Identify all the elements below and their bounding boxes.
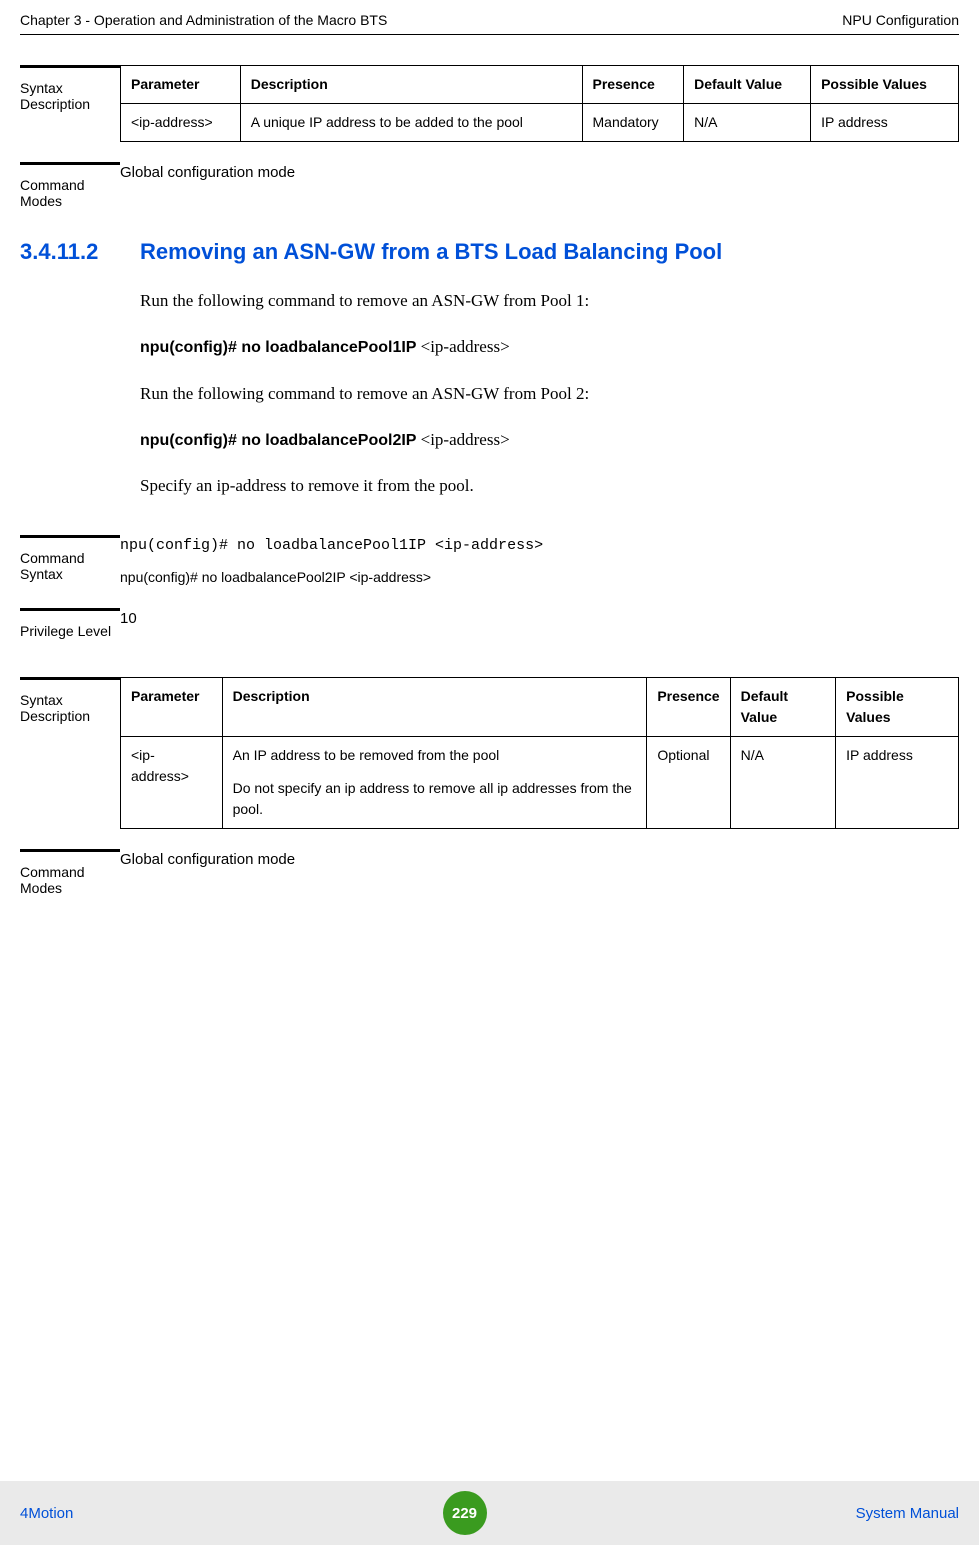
command-arg: <ip-address> <box>421 337 510 356</box>
block-label: Command Syntax <box>20 546 120 582</box>
footer-right: System Manual <box>856 1505 959 1522</box>
syntax-description-block-2: Syntax Description Parameter Description… <box>20 677 959 829</box>
th-presence: Presence <box>582 66 684 104</box>
syntax-description-block-1: Syntax Description Parameter Description… <box>20 65 959 142</box>
th-parameter: Parameter <box>121 66 241 104</box>
command-modes-value: Global configuration mode <box>120 162 959 185</box>
td-presence: Mandatory <box>582 104 684 142</box>
command-line: npu(config)# no loadbalancePool2IP <ip-a… <box>140 424 959 456</box>
table-row: <ip-address> An IP address to be removed… <box>121 737 959 829</box>
block-label: Syntax Description <box>20 688 120 724</box>
table-header-row: Parameter Description Presence Default V… <box>121 678 959 737</box>
paragraph: Run the following command to remove an A… <box>140 285 959 317</box>
td-presence: Optional <box>647 737 730 829</box>
td-possible: IP address <box>811 104 959 142</box>
td-parameter: <ip-address> <box>121 104 241 142</box>
privilege-level-value: 10 <box>120 608 959 631</box>
page-footer: 4Motion 229 System Manual <box>0 1481 979 1545</box>
th-default: Default Value <box>730 678 836 737</box>
block-rule <box>20 535 120 538</box>
command-modes-block-2: Command Modes Global configuration mode <box>20 849 959 896</box>
desc-p2: Do not specify an ip address to remove a… <box>233 778 637 820</box>
section-title: Removing an ASN-GW from a BTS Load Balan… <box>140 239 722 265</box>
page-number-badge: 229 <box>443 1491 487 1535</box>
td-default: N/A <box>684 104 811 142</box>
command-bold: npu(config)# no loadbalancePool1IP <box>140 339 421 356</box>
td-description: An IP address to be removed from the poo… <box>222 737 647 829</box>
block-rule <box>20 608 120 611</box>
syntax-line-2: npu(config)# no loadbalancePool2IP <ip-a… <box>120 567 959 588</box>
td-default: N/A <box>730 737 836 829</box>
header-left: Chapter 3 - Operation and Administration… <box>20 12 387 28</box>
th-default: Default Value <box>684 66 811 104</box>
page-header: Chapter 3 - Operation and Administration… <box>0 0 979 32</box>
command-syntax-block: Command Syntax npu(config)# no loadbalan… <box>20 535 959 589</box>
command-line: npu(config)# no loadbalancePool1IP <ip-a… <box>140 331 959 363</box>
th-description: Description <box>222 678 647 737</box>
parameter-table-1: Parameter Description Presence Default V… <box>120 65 959 142</box>
block-rule <box>20 849 120 852</box>
th-possible: Possible Values <box>811 66 959 104</box>
paragraph: Run the following command to remove an A… <box>140 378 959 410</box>
th-parameter: Parameter <box>121 678 223 737</box>
header-rule <box>20 34 959 35</box>
block-label: Command Modes <box>20 173 120 209</box>
td-parameter: <ip-address> <box>121 737 223 829</box>
table-header-row: Parameter Description Presence Default V… <box>121 66 959 104</box>
command-modes-value: Global configuration mode <box>120 849 959 872</box>
parameter-table-2: Parameter Description Presence Default V… <box>120 677 959 829</box>
header-right: NPU Configuration <box>842 12 959 28</box>
command-arg: <ip-address> <box>421 430 510 449</box>
command-bold: npu(config)# no loadbalancePool2IP <box>140 432 421 449</box>
block-label: Command Modes <box>20 860 120 896</box>
page-content: Syntax Description Parameter Description… <box>0 65 979 896</box>
th-presence: Presence <box>647 678 730 737</box>
section-number: 3.4.11.2 <box>20 239 140 265</box>
block-label: Syntax Description <box>20 76 120 112</box>
block-rule <box>20 677 120 680</box>
block-rule <box>20 162 120 165</box>
command-modes-block-1: Command Modes Global configuration mode <box>20 162 959 209</box>
td-description: A unique IP address to be added to the p… <box>240 104 582 142</box>
privilege-level-block: Privilege Level 10 <box>20 608 959 639</box>
footer-left: 4Motion <box>20 1505 73 1522</box>
td-possible: IP address <box>836 737 959 829</box>
block-rule <box>20 65 120 68</box>
table-row: <ip-address> A unique IP address to be a… <box>121 104 959 142</box>
section-heading: 3.4.11.2 Removing an ASN-GW from a BTS L… <box>20 239 959 265</box>
paragraph: Specify an ip-address to remove it from … <box>140 470 959 502</box>
section-body: Run the following command to remove an A… <box>140 285 959 503</box>
th-possible: Possible Values <box>836 678 959 737</box>
th-description: Description <box>240 66 582 104</box>
block-label: Privilege Level <box>20 619 120 639</box>
syntax-line-1: npu(config)# no loadbalancePool1IP <ip-a… <box>120 535 959 558</box>
desc-p1: An IP address to be removed from the poo… <box>233 745 637 766</box>
